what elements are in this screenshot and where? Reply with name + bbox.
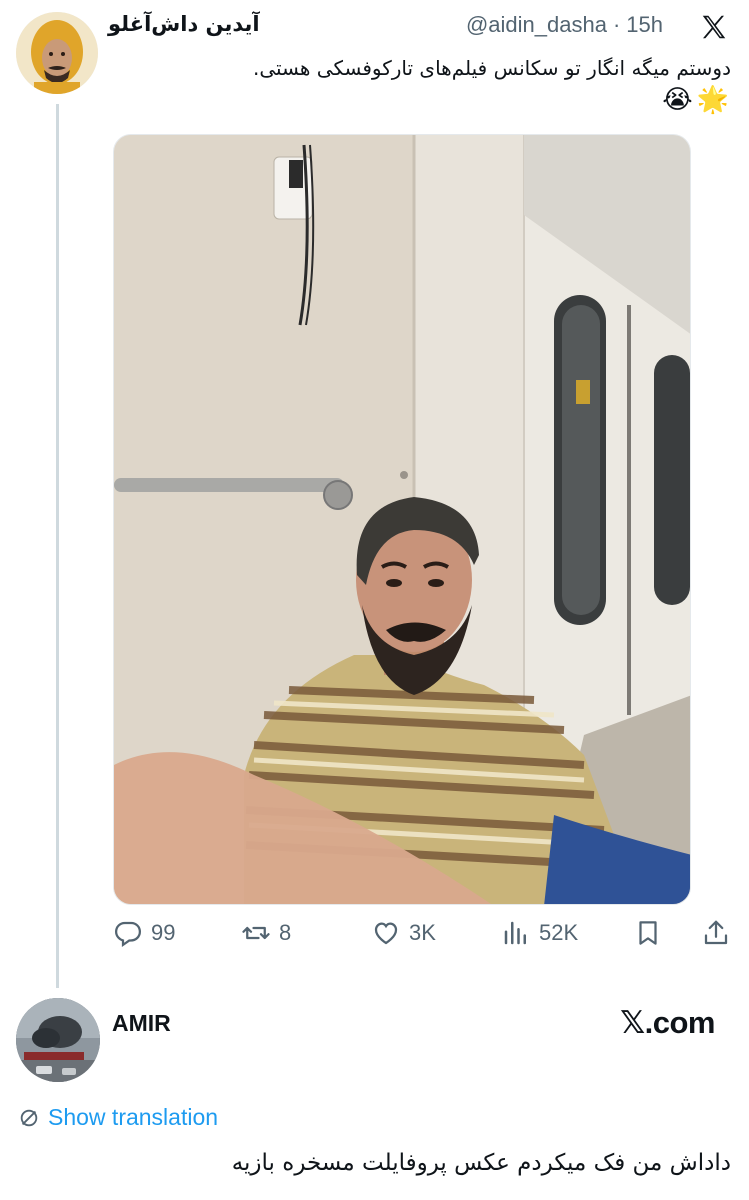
views-button[interactable]: 52K (501, 918, 578, 948)
thread-line (56, 104, 59, 988)
translate-icon (20, 1109, 38, 1126)
crying-emoji: 😭 (662, 84, 693, 114)
reply-button[interactable]: 99 (113, 918, 175, 948)
reply-count: 99 (151, 920, 176, 945)
separator-dot: · (612, 12, 621, 37)
views-icon (504, 921, 526, 945)
tweet-actions: 99 8 3K 52K (113, 918, 731, 958)
x-logo-icon[interactable] (699, 12, 729, 42)
author-handle[interactable]: @aidin_dasha (466, 12, 607, 38)
author-display-name[interactable]: آیدین داش‌آغلو (108, 12, 260, 36)
xcom-brand: 𝕏.com (620, 1005, 715, 1040)
star-emoji: 🌟 (696, 84, 729, 114)
repost-button[interactable]: 8 (241, 918, 291, 948)
reply-avatar-image (16, 998, 100, 1082)
avatar[interactable] (16, 12, 98, 94)
reply-avatar[interactable] (16, 998, 100, 1082)
like-count: 3K (409, 920, 436, 945)
like-button[interactable]: 3K (371, 918, 436, 948)
show-translation-label: Show translation (48, 1104, 219, 1130)
repost-count: 8 (279, 920, 292, 945)
bookmark-button[interactable] (633, 918, 663, 948)
reply-author-name[interactable]: AMIR (112, 1010, 171, 1037)
avatar-image (16, 12, 98, 94)
reply-icon (114, 921, 142, 948)
repost-icon (242, 926, 270, 940)
tweet-text: دوستم میگه انگار تو سکانس فیلم‌های تارکو… (252, 56, 731, 80)
selfie-photo (114, 135, 690, 904)
tweet-time[interactable]: 15h (626, 12, 663, 38)
show-translation-link[interactable]: Show translation (18, 1104, 218, 1131)
share-button[interactable] (701, 918, 731, 948)
tweet-emojis: 😭 🌟 (662, 84, 729, 115)
bookmark-icon (639, 921, 657, 945)
reply-text: داداش من فک میکردم عکس پروفایلت مسخره با… (231, 1150, 731, 1176)
tweet-photo[interactable] (113, 134, 691, 905)
like-icon (374, 922, 398, 945)
share-icon (704, 920, 728, 945)
tweet-header: @aidin_dasha · 15h (466, 12, 663, 38)
views-count: 52K (539, 920, 579, 945)
